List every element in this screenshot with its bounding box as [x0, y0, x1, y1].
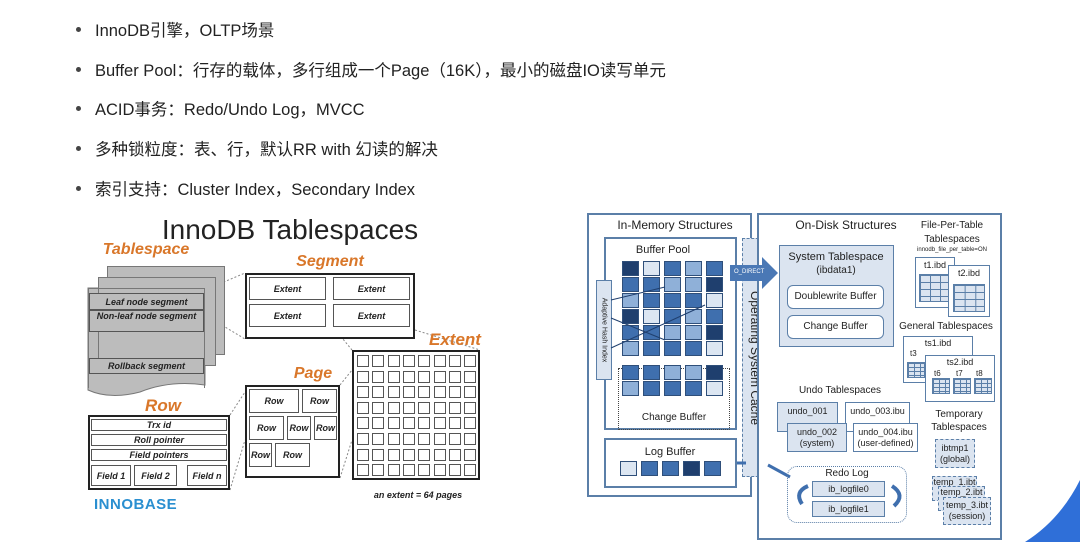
temp-label: temp_3.ibt: [945, 500, 989, 511]
temp-title: Temporary: [935, 409, 983, 420]
undo-002: undo_002 (system): [787, 423, 847, 452]
table-label: t7: [956, 369, 963, 378]
fpt-note: innodb_file_per_table=ON: [917, 247, 987, 253]
ib-logfile0: ib_logfile0: [812, 481, 885, 497]
temp-3: temp_3.ibt (session): [943, 497, 991, 525]
table-grid-icon: [953, 378, 971, 394]
fpt-title: File-Per-Table: [920, 220, 984, 231]
o-direct-label: O_DIRECT: [734, 269, 765, 275]
file-label: ts2.ibd: [946, 357, 974, 367]
ibtmp1: ibtmp1 (global): [935, 439, 975, 468]
undo-label: undo_004.ibu: [858, 426, 913, 437]
doublewrite-buffer: Doublewrite Buffer: [787, 285, 884, 309]
on-disk-title: On-Disk Structures: [795, 218, 897, 232]
corner-decoration: [1025, 480, 1080, 542]
ib-logfile1: ib_logfile1: [812, 501, 885, 517]
table-label: t8: [976, 369, 983, 378]
file-label: t1.ibd: [923, 260, 947, 270]
undo-004: undo_004.ibu (user-defined): [853, 423, 918, 452]
table-label: t3: [910, 349, 917, 358]
file-label: t2.ibd: [957, 268, 981, 278]
file-label: ts1.ibd: [924, 338, 952, 348]
undo-sub: (user-defined): [857, 437, 914, 448]
table-grid-icon: [932, 378, 950, 394]
table-grid-icon: [953, 284, 985, 312]
table-label: t6: [934, 369, 941, 378]
table-grid-icon: [919, 274, 949, 302]
undo-sub: (system): [799, 437, 835, 448]
table-grid-icon: [907, 362, 925, 378]
undo-title: Undo Tablespaces: [798, 385, 882, 396]
fpt-title: Tablespaces: [924, 234, 980, 245]
temp-sub: (global): [939, 453, 970, 464]
temp-sub: (session): [948, 511, 986, 521]
disk-change-buffer: Change Buffer: [787, 315, 884, 339]
redo-title: Redo Log: [825, 468, 869, 479]
table-grid-icon: [974, 378, 992, 394]
temp-title: Tablespaces: [931, 422, 987, 433]
undo-label: undo_002: [796, 426, 838, 437]
general-title: General Tablespaces: [899, 321, 993, 332]
system-title: System Tablespace: [788, 251, 884, 263]
system-sub: (ibdata1): [816, 265, 856, 276]
temp-label: ibtmp1: [941, 442, 969, 453]
